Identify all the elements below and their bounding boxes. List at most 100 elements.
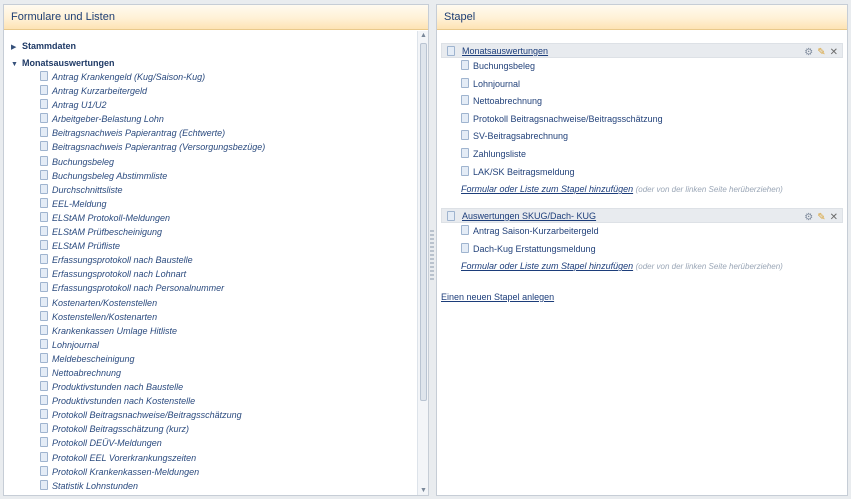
gear-icon[interactable]: ⚙ — [804, 212, 813, 223]
tree-item[interactable]: Kostenarten/Kostenstellen — [4, 296, 416, 310]
document-icon — [40, 423, 48, 434]
stack-item[interactable]: Protokoll Beitragsnachweise/Beitragsschä… — [441, 111, 843, 129]
document-icon — [40, 366, 48, 377]
folder-pencil-icon[interactable]: ✎ — [817, 212, 825, 223]
triangle-right-icon[interactable]: ▶ — [11, 41, 22, 55]
stack-block: Auswertungen SKUG/Dach- KUG ⚙ ✎ ✕ Antrag S… — [441, 208, 843, 275]
stack-item[interactable]: Zahlungsliste — [441, 146, 843, 164]
document-icon — [40, 211, 48, 222]
document-icon — [40, 324, 48, 335]
folder-pencil-icon[interactable]: ✎ — [817, 47, 825, 58]
tree-item-label: Nettoabrechnung — [52, 367, 122, 378]
gear-icon[interactable]: ⚙ — [804, 47, 813, 58]
tree-item-label: Statistik Lohnstunden — [52, 480, 139, 491]
tree-item[interactable]: Protokoll Krankenkassen-Meldungen — [4, 465, 416, 479]
scroll-down-arrow-icon[interactable]: ▼ — [418, 487, 429, 494]
close-x-icon[interactable]: ✕ — [830, 212, 838, 223]
tree-item[interactable]: Produktivstunden nach Baustelle — [4, 380, 416, 394]
tree-item[interactable]: Protokoll Beitragsnachweise/Beitragsschä… — [4, 408, 416, 422]
document-icon — [461, 242, 469, 253]
stack-item-list: Antrag Saison-Kurzarbeitergeld Dach-Kug E… — [441, 223, 843, 258]
tree-item[interactable]: Protokoll Beitragsschätzung (kurz) — [4, 422, 416, 436]
tree-group-label: Monatsauswertungen — [22, 58, 115, 68]
close-x-icon[interactable]: ✕ — [830, 47, 838, 58]
forms-lists-panel: Formulare und Listen ▶ Stammdaten ▼ Monats… — [3, 4, 429, 496]
tree-item[interactable]: Antrag Kurzarbeitergeld — [4, 84, 416, 98]
tree-item[interactable]: Buchungsbeleg Abstimmliste — [4, 169, 416, 183]
document-icon — [461, 60, 469, 70]
stack-item-label: LAK/SK Beitragsmeldung — [473, 166, 575, 177]
tree-item[interactable]: Durchschnittsliste — [4, 183, 416, 197]
forms-lists-panel-title: Formulare und Listen — [4, 5, 428, 30]
stack-item[interactable]: Buchungsbeleg — [441, 58, 843, 76]
tree-item[interactable]: Antrag U1/U2 — [4, 98, 416, 112]
stack-item[interactable]: LAK/SK Beitragsmeldung — [441, 164, 843, 182]
add-to-stack-link[interactable]: Formular oder Liste zum Stapel hinzufüge… — [461, 184, 633, 194]
stack-item[interactable]: Lohnjournal — [441, 76, 843, 94]
document-icon — [40, 381, 48, 392]
tree-item[interactable]: Beitragsnachweis Papierantrag (Versorgun… — [4, 140, 416, 154]
scroll-up-arrow-icon[interactable]: ▲ — [418, 32, 429, 39]
tree-item[interactable]: Erfassungsprotokoll nach Lohnart — [4, 267, 416, 281]
document-icon — [461, 112, 469, 123]
document-icon — [461, 95, 469, 106]
tree-item[interactable]: Arbeitgeber-Belastung Lohn — [4, 112, 416, 126]
tree-item[interactable]: Protokoll DEÜV-Meldungen — [4, 436, 416, 450]
document-icon — [40, 240, 48, 251]
tree-item[interactable]: Antrag Krankengeld (Kug/Saison-Kug) — [4, 70, 416, 84]
tree-item-label: Kostenstellen/Kostenarten — [52, 311, 158, 322]
tree-item[interactable]: Erfassungsprotokoll nach Baustelle — [4, 253, 416, 267]
document-icon — [40, 451, 48, 462]
add-to-stack-link[interactable]: Formular oder Liste zum Stapel hinzufüge… — [461, 261, 633, 271]
document-icon — [40, 268, 48, 279]
tree-item[interactable]: Nettoabrechnung — [4, 366, 416, 380]
stack-block: Monatsauswertungen ⚙ ✎ ✕ Buchungsbeleg Lohn… — [441, 43, 843, 198]
tree-scrollbar[interactable]: ▲ ▼ — [417, 31, 428, 495]
document-icon — [40, 113, 48, 124]
stack-title-link[interactable]: Monatsauswertungen — [462, 46, 548, 56]
tree-item-label: ELStAM Protokoll-Meldungen — [52, 212, 171, 223]
stack-title-link[interactable]: Auswertungen SKUG/Dach- KUG — [462, 211, 596, 221]
tree-item[interactable]: Beitragsnachweis Papierantrag (Echtwerte… — [4, 126, 416, 140]
tree-item[interactable]: ELStAM Prüfbescheinigung — [4, 225, 416, 239]
stack-item[interactable]: SV-Beitragsabrechnung — [441, 128, 843, 146]
tree-item-label: Lohnjournal — [52, 339, 100, 350]
tree-item[interactable]: Produktivstunden nach Kostenstelle — [4, 394, 416, 408]
document-icon — [40, 169, 48, 180]
tree-item[interactable]: Statistik Lohnstunden — [4, 479, 416, 493]
tree-item[interactable]: Buchungsbeleg — [4, 155, 416, 169]
triangle-down-icon[interactable]: ▼ — [11, 58, 22, 72]
stack-item-label: Lohnjournal — [473, 78, 521, 89]
add-to-stack-hint: (oder von der linken Seite herüberziehen… — [635, 262, 783, 272]
document-icon — [40, 409, 48, 420]
splitter-handle[interactable] — [430, 230, 434, 280]
tree-item[interactable]: Krankenkassen Umlage Hitliste — [4, 324, 416, 338]
document-icon — [40, 71, 48, 81]
document-icon — [40, 282, 48, 293]
tree-item[interactable]: Kostenstellen/Kostenarten — [4, 310, 416, 324]
tree-group-monatsauswertungen[interactable]: ▼ Monatsauswertungen — [4, 56, 416, 70]
scrollbar-thumb[interactable] — [420, 43, 427, 401]
stack-item[interactable]: Nettoabrechnung — [441, 93, 843, 111]
tree-item-label: Protokoll EEL Vorerkrankungszeiten — [52, 452, 197, 463]
tree-item-label: Protokoll Beitragsschätzung (kurz) — [52, 424, 190, 435]
forms-tree: ▶ Stammdaten ▼ Monatsauswertungen Antrag K… — [4, 39, 416, 493]
tree-item[interactable]: EEL-Meldung — [4, 197, 416, 211]
tree-item-label: Erfassungsprotokoll nach Baustelle — [52, 255, 193, 266]
tree-item-label: Antrag Krankengeld (Kug/Saison-Kug) — [52, 72, 206, 82]
stack-item-label: Protokoll Beitragsnachweise/Beitragsschä… — [473, 113, 663, 124]
tree-item[interactable]: ELStAM Prüfliste — [4, 239, 416, 253]
tree-item[interactable]: Protokoll EEL Vorerkrankungszeiten — [4, 451, 416, 465]
stack-item[interactable]: Dach-Kug Erstattungsmeldung — [441, 241, 843, 259]
new-stack-link[interactable]: Einen neuen Stapel anlegen — [441, 292, 554, 302]
tree-group-stammdaten[interactable]: ▶ Stammdaten — [4, 39, 416, 53]
tree-item[interactable]: Meldebescheinigung — [4, 352, 416, 366]
tree-item[interactable]: ELStAM Protokoll-Meldungen — [4, 211, 416, 225]
document-icon — [40, 197, 48, 208]
tree-item[interactable]: Lohnjournal — [4, 338, 416, 352]
document-icon — [40, 465, 48, 476]
tree-item-label: Buchungsbeleg Abstimmliste — [52, 170, 168, 181]
stack-item[interactable]: Antrag Saison-Kurzarbeitergeld — [441, 223, 843, 241]
tree-item[interactable]: Erfassungsprotokoll nach Personalnummer — [4, 281, 416, 295]
document-icon — [40, 155, 48, 166]
